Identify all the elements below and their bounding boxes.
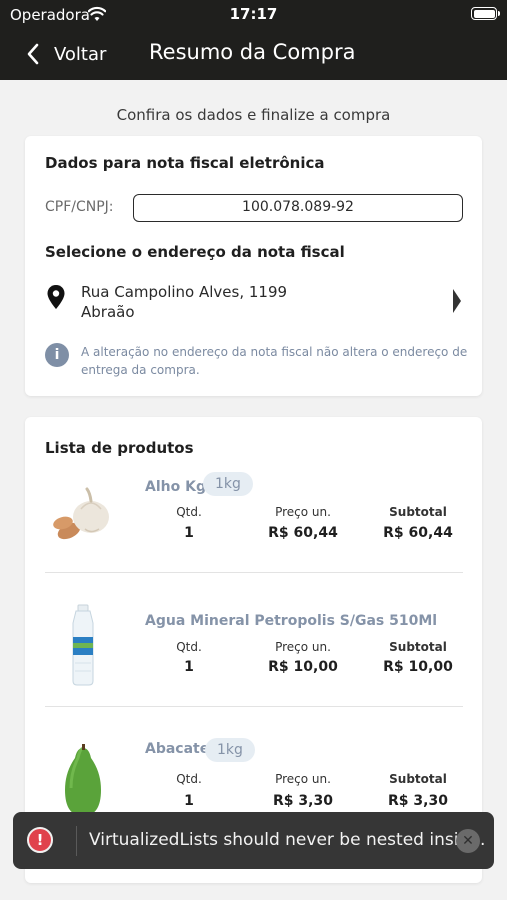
qty-value: 1 bbox=[184, 793, 194, 809]
toast-message: VirtualizedLists should never be nested … bbox=[89, 830, 486, 850]
info-icon: i bbox=[45, 343, 69, 367]
qty-value: 1 bbox=[184, 659, 194, 675]
subtotal-header: Subtotal bbox=[389, 505, 447, 519]
subtotal-value: R$ 10,00 bbox=[383, 659, 453, 675]
price-value: R$ 60,44 bbox=[268, 525, 338, 541]
back-button[interactable]: Voltar bbox=[26, 38, 106, 70]
address-info-note: A alteração no endereço da nota fiscal n… bbox=[81, 345, 468, 377]
qty-value: 1 bbox=[184, 525, 194, 541]
divider bbox=[45, 572, 463, 573]
price-header: Preço un. bbox=[275, 505, 331, 519]
error-toast[interactable]: ! VirtualizedLists should never be neste… bbox=[13, 812, 494, 869]
cpf-input[interactable]: 100.078.089-92 bbox=[133, 194, 463, 222]
back-label: Voltar bbox=[54, 43, 107, 65]
status-bar: Operadora 17:17 bbox=[0, 0, 507, 30]
address-heading: Selecione o endereço da nota fiscal bbox=[45, 243, 345, 261]
divider bbox=[45, 706, 463, 707]
close-icon[interactable]: ✕ bbox=[456, 829, 480, 853]
subtotal-value: R$ 3,30 bbox=[388, 793, 448, 809]
qty-header: Qtd. bbox=[176, 640, 202, 654]
chevron-right-icon bbox=[453, 289, 461, 313]
toast-separator bbox=[76, 826, 77, 856]
nav-bar: Voltar Resumo da Compra bbox=[0, 30, 507, 80]
product-name: Abacate bbox=[145, 741, 210, 757]
battery-icon bbox=[471, 7, 500, 20]
invoice-card: Dados para nota fiscal eletrônica CPF/CN… bbox=[25, 136, 482, 396]
qty-header: Qtd. bbox=[176, 505, 202, 519]
unit-badge: 1kg bbox=[205, 738, 255, 762]
garlic-image bbox=[53, 487, 109, 540]
product-item: Alho Kg 1kg Qtd. Preço un. Subtotal 1 R$… bbox=[25, 469, 482, 603]
location-pin-icon bbox=[47, 285, 65, 309]
unit-badge: 1kg bbox=[203, 472, 253, 496]
products-heading: Lista de produtos bbox=[45, 439, 194, 457]
cpf-label: CPF/CNPJ: bbox=[45, 199, 114, 215]
product-name: Alho Kg bbox=[145, 479, 206, 495]
avocado-image bbox=[65, 744, 101, 816]
invoice-address-selector[interactable]: Rua Campolino Alves, 1199 Abraão bbox=[25, 274, 482, 324]
product-name: Agua Mineral Petropolis S/Gas 510Ml bbox=[145, 613, 438, 629]
clock: 17:17 bbox=[229, 5, 278, 23]
page-subtitle: Confira os dados e finalize a compra bbox=[116, 106, 391, 124]
price-value: R$ 10,00 bbox=[268, 659, 338, 675]
invoice-heading: Dados para nota fiscal eletrônica bbox=[45, 154, 325, 172]
subtotal-value: R$ 60,44 bbox=[383, 525, 453, 541]
chevron-left-icon bbox=[27, 43, 39, 65]
address-street: Rua Campolino Alves, 1199 bbox=[81, 283, 288, 301]
price-header: Preço un. bbox=[275, 772, 331, 786]
qty-header: Qtd. bbox=[176, 772, 202, 786]
subtotal-header: Subtotal bbox=[389, 772, 447, 786]
page-title: Resumo da Compra bbox=[149, 40, 356, 64]
price-header: Preço un. bbox=[275, 640, 331, 654]
price-value: R$ 3,30 bbox=[273, 793, 333, 809]
subtotal-header: Subtotal bbox=[389, 640, 447, 654]
address-district: Abraão bbox=[81, 303, 135, 321]
error-icon: ! bbox=[27, 827, 53, 853]
water-bottle-image bbox=[72, 604, 94, 686]
product-item: Agua Mineral Petropolis S/Gas 510Ml Qtd.… bbox=[25, 603, 482, 737]
